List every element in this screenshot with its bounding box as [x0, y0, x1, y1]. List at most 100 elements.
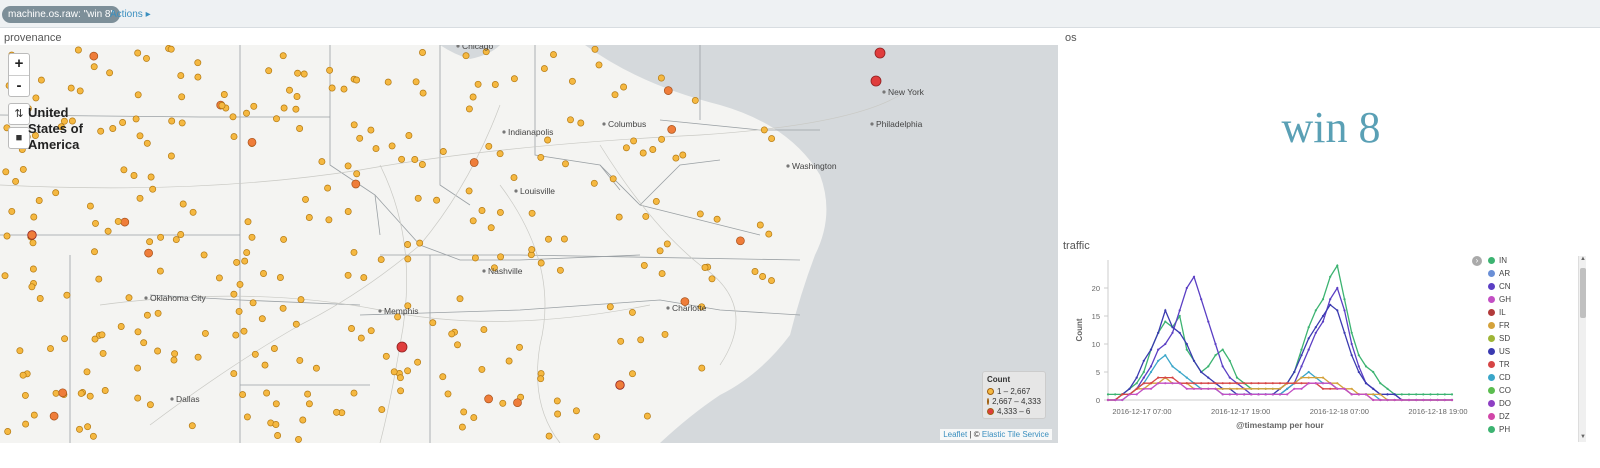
- series-point-TR[interactable]: [1185, 382, 1188, 385]
- map-marker[interactable]: [247, 137, 257, 147]
- map-marker[interactable]: [22, 420, 30, 428]
- map-marker[interactable]: [134, 328, 142, 336]
- map-marker[interactable]: [276, 274, 284, 281]
- map-marker[interactable]: [16, 347, 24, 355]
- map-marker[interactable]: [398, 155, 406, 163]
- series-point-IN[interactable]: [1372, 370, 1375, 374]
- map-marker[interactable]: [404, 367, 412, 375]
- map-marker[interactable]: [243, 109, 250, 117]
- map-marker[interactable]: [628, 308, 636, 316]
- map-marker[interactable]: [540, 65, 548, 73]
- map-marker[interactable]: [236, 280, 244, 288]
- map-marker[interactable]: [260, 270, 267, 277]
- series-point-CD[interactable]: [1178, 370, 1181, 374]
- map-marker[interactable]: [250, 102, 258, 110]
- fit-bounds-icon[interactable]: ⇅: [8, 103, 30, 125]
- series-point-US[interactable]: [1185, 342, 1188, 346]
- series-point-TR[interactable]: [1293, 382, 1296, 385]
- series-point-CN[interactable]: [1307, 348, 1310, 351]
- map-marker[interactable]: [134, 49, 142, 57]
- series-point-GH[interactable]: [1114, 398, 1117, 402]
- map-marker[interactable]: [230, 370, 238, 378]
- map-marker[interactable]: [760, 126, 768, 134]
- map-marker[interactable]: [606, 303, 614, 311]
- map-marker[interactable]: [235, 307, 243, 315]
- map-marker[interactable]: [89, 432, 97, 440]
- map-marker[interactable]: [2, 168, 10, 176]
- series-point-CN[interactable]: [1350, 342, 1353, 346]
- series-point-US[interactable]: [1135, 376, 1138, 379]
- map-marker[interactable]: [134, 394, 142, 402]
- series-point-US[interactable]: [1314, 326, 1317, 329]
- map-marker[interactable]: [12, 177, 20, 185]
- map-marker[interactable]: [667, 125, 677, 134]
- series-point-IN[interactable]: [1422, 393, 1425, 396]
- map-marker[interactable]: [390, 368, 398, 376]
- map-marker[interactable]: [639, 149, 647, 157]
- series-point-CN[interactable]: [1157, 348, 1160, 351]
- legend-scrollbar[interactable]: ▲ ▼: [1578, 256, 1586, 442]
- map-marker[interactable]: [615, 213, 623, 221]
- series-point-GH[interactable]: [1250, 393, 1253, 396]
- series-point-GH[interactable]: [1343, 387, 1346, 390]
- map-marker[interactable]: [32, 94, 40, 102]
- map-marker[interactable]: [218, 102, 226, 109]
- map-marker[interactable]: [230, 290, 238, 298]
- series-point-GH[interactable]: [1400, 398, 1403, 402]
- series-point-FR[interactable]: [1228, 387, 1231, 390]
- map-marker[interactable]: [642, 212, 650, 220]
- series-point-TR[interactable]: [1207, 382, 1210, 385]
- map-marker[interactable]: [178, 119, 186, 127]
- map-marker[interactable]: [448, 330, 456, 338]
- map-marker[interactable]: [326, 66, 334, 74]
- series-point-GH[interactable]: [1443, 398, 1446, 402]
- series-point-IN[interactable]: [1450, 393, 1454, 396]
- map-marker[interactable]: [143, 139, 151, 147]
- map-marker[interactable]: [713, 215, 721, 223]
- map-marker[interactable]: [156, 267, 164, 275]
- map-marker[interactable]: [29, 265, 37, 273]
- map-marker[interactable]: [560, 235, 568, 243]
- series-point-GH[interactable]: [1393, 398, 1396, 402]
- map-marker[interactable]: [568, 77, 576, 85]
- map-marker[interactable]: [708, 275, 716, 283]
- map-marker[interactable]: [439, 373, 447, 381]
- map-marker[interactable]: [460, 408, 468, 416]
- series-point-TR[interactable]: [1257, 382, 1260, 385]
- map-marker[interactable]: [324, 184, 332, 192]
- map-marker[interactable]: [177, 72, 185, 80]
- map-marker[interactable]: [478, 207, 486, 214]
- map-marker[interactable]: [136, 194, 144, 202]
- map-marker[interactable]: [194, 59, 202, 67]
- series-point-IN[interactable]: [1221, 348, 1224, 351]
- map-marker[interactable]: [279, 52, 287, 60]
- series-point-GH[interactable]: [1357, 393, 1360, 396]
- map-marker[interactable]: [296, 356, 304, 364]
- map-marker[interactable]: [177, 231, 185, 238]
- map-marker[interactable]: [357, 334, 365, 342]
- map-marker[interactable]: [663, 240, 671, 248]
- map-marker[interactable]: [672, 154, 680, 162]
- map-marker[interactable]: [305, 400, 313, 408]
- series-point-GH[interactable]: [1307, 382, 1310, 385]
- series-point-GH[interactable]: [1336, 387, 1339, 390]
- series-point-US[interactable]: [1393, 393, 1396, 396]
- map-marker[interactable]: [429, 319, 437, 327]
- series-point-US[interactable]: [1386, 393, 1389, 396]
- series-point-GH[interactable]: [1185, 387, 1188, 390]
- series-point-CN[interactable]: [1228, 376, 1231, 379]
- map-marker[interactable]: [19, 371, 27, 379]
- series-point-FR[interactable]: [1314, 376, 1317, 379]
- map-marker[interactable]: [419, 49, 426, 56]
- series-point-CN[interactable]: [1142, 376, 1145, 379]
- series-point-GH[interactable]: [1142, 387, 1145, 390]
- series-point-CN[interactable]: [1300, 365, 1303, 368]
- map-marker[interactable]: [456, 295, 464, 303]
- series-point-TR[interactable]: [1286, 382, 1289, 385]
- series-point-TR[interactable]: [1149, 382, 1153, 385]
- map-marker[interactable]: [528, 209, 536, 217]
- map-marker[interactable]: [469, 217, 477, 225]
- map-marker[interactable]: [134, 364, 142, 372]
- map-marker[interactable]: [388, 142, 396, 150]
- series-point-IN[interactable]: [1357, 354, 1360, 357]
